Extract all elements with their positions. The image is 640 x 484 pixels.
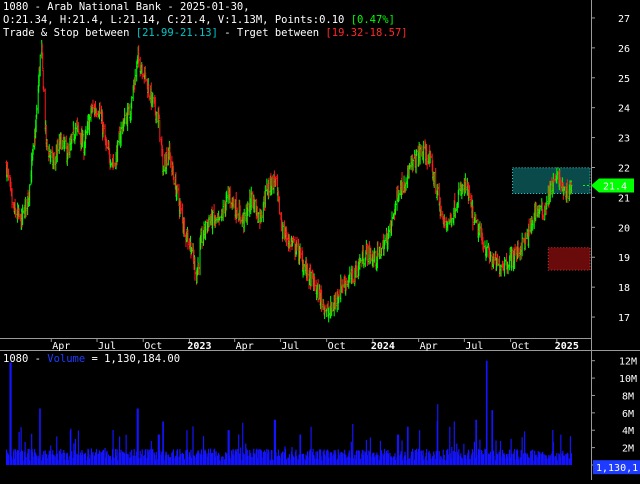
price-tick-label: 26 (618, 44, 630, 55)
chart-window: 17 18 19 20 21 22 23 24 25 26 27 Apr Jul Oct 2023 Apr Ju… (0, 0, 640, 480)
time-tick-label: Oct (144, 341, 162, 352)
header-line-2: O:21.34, H:21.4, L:21.14, C:21.4, V:1.13… (3, 14, 395, 26)
time-tick-label: Oct (328, 341, 346, 352)
price-tick-label: 17 (618, 313, 630, 324)
time-tick-label: Jul (465, 341, 483, 352)
time-tick-label: 2023 (187, 341, 211, 352)
price-tick-label: 25 (618, 74, 630, 85)
volume-tick-label: 4M (622, 426, 634, 437)
price-tick-label: 19 (618, 253, 630, 264)
chart-canvas: 17 18 19 20 21 22 23 24 25 26 27 Apr Jul Oct 2023 Apr Ju… (0, 0, 640, 480)
header-line-1: 1080 - Arab National Bank - 2025-01-30, (3, 1, 250, 13)
time-tick-label: Apr (52, 341, 70, 352)
time-tick-label: Apr (236, 341, 254, 352)
volume-header: 1080 - Volume = 1,130,184.00 (3, 353, 181, 365)
time-tick-label: Jul (98, 341, 116, 352)
price-tick-label: 22 (618, 164, 630, 175)
time-tick-label: Apr (420, 341, 438, 352)
header-line-3: Trade & Stop between [21.99-21.13] - Trg… (3, 27, 408, 39)
target-zone (547, 247, 591, 271)
price-tick-label: 18 (618, 283, 630, 294)
time-tick-label: 2024 (371, 341, 395, 352)
price-tick-label: 21 (618, 193, 630, 204)
last-price-label: 21.4 (603, 181, 627, 192)
volume-tick-label: 10M (619, 374, 637, 385)
price-tick-label: 20 (618, 223, 630, 234)
time-tick-label: Jul (281, 341, 299, 352)
last-volume-label: 1,130,1 (596, 463, 638, 474)
volume-tick-label: 2M (622, 444, 634, 455)
volume-tick-label: 12M (619, 357, 637, 368)
time-tick-label: 2025 (555, 341, 579, 352)
price-tick-label: 27 (618, 14, 630, 25)
price-tick-label: 24 (618, 104, 630, 115)
volume-tick-label: 8M (622, 391, 634, 402)
chart-background (0, 0, 640, 480)
price-tick-label: 23 (618, 134, 630, 145)
volume-tick-label: 6M (622, 409, 634, 420)
time-tick-label: Oct (512, 341, 530, 352)
